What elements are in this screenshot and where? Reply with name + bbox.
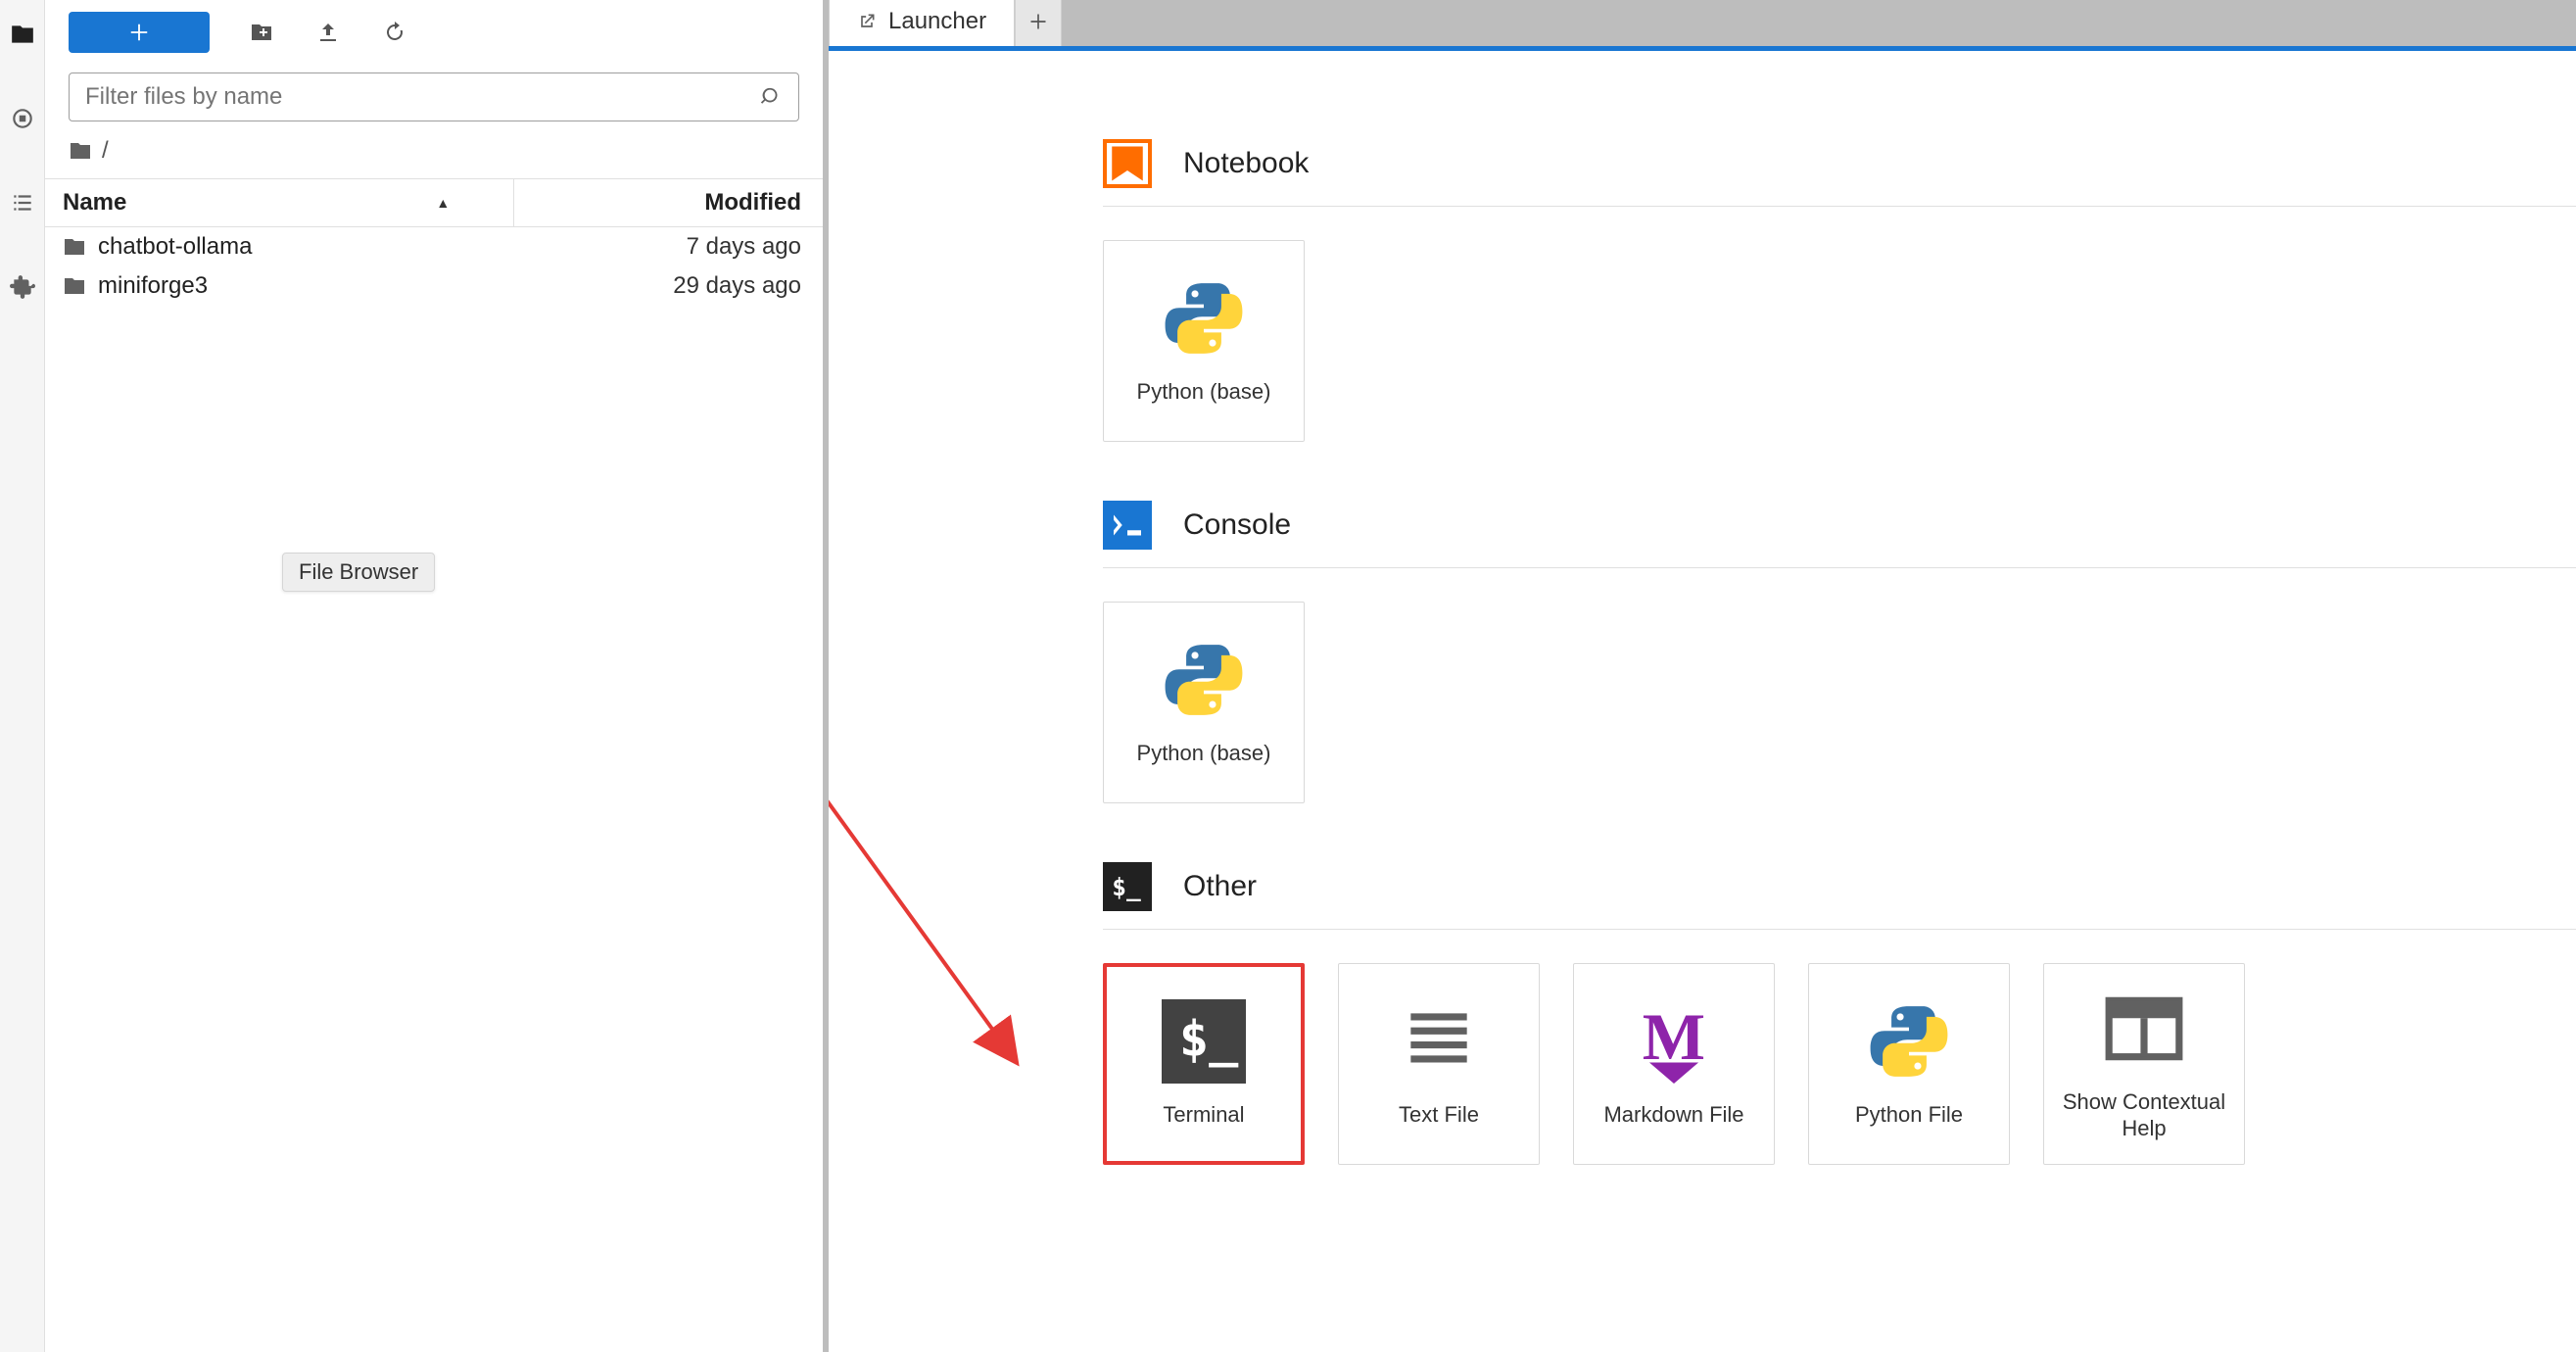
- textfile-icon: [1397, 999, 1481, 1084]
- upload-icon: [316, 21, 340, 44]
- terminal-icon: [1162, 999, 1246, 1084]
- plus-icon: [128, 22, 150, 43]
- card-label: Python (base): [1127, 378, 1281, 406]
- folder-plus-icon: [250, 21, 273, 44]
- python-icon: [1162, 276, 1246, 361]
- launcher-card[interactable]: Terminal: [1103, 963, 1305, 1165]
- card-label: Terminal: [1153, 1101, 1254, 1129]
- tab-add-button[interactable]: [1015, 0, 1062, 46]
- col-name-header[interactable]: Name ▲: [45, 179, 513, 226]
- launcher-card[interactable]: Markdown File: [1573, 963, 1775, 1165]
- section-title: Console: [1183, 508, 1291, 542]
- folder-icon: [63, 274, 86, 298]
- card-label: Python File: [1845, 1101, 1973, 1129]
- search-icon: [761, 86, 783, 108]
- launcher-card[interactable]: Text File: [1338, 963, 1540, 1165]
- file-row[interactable]: chatbot-ollama 7 days ago: [45, 227, 823, 266]
- launcher-card[interactable]: Python File: [1808, 963, 2010, 1165]
- filter-input[interactable]: [85, 83, 761, 111]
- file-browser-toolbar: [45, 0, 823, 65]
- file-name: miniforge3: [98, 272, 208, 300]
- breadcrumb-path: /: [102, 137, 109, 165]
- activity-file-browser[interactable]: [8, 20, 37, 49]
- file-name: chatbot-ollama: [98, 233, 252, 261]
- section-icon: [1103, 501, 1152, 550]
- card-label: Markdown File: [1594, 1101, 1753, 1129]
- launcher-section: Console Python (base): [1103, 501, 2576, 803]
- python-icon: [1867, 999, 1951, 1084]
- launcher-section: Notebook Python (base): [1103, 139, 2576, 442]
- file-browser-panel: / Name ▲ Modified chatbot-ollama 7 days a…: [45, 0, 829, 1352]
- folder-icon: [63, 235, 86, 259]
- card-row: Python (base): [1103, 602, 2576, 803]
- launcher-section: Other Terminal Text File Markdown File Pytho…: [1103, 862, 2576, 1165]
- new-folder-button[interactable]: [247, 18, 276, 47]
- card-row: Python (base): [1103, 240, 2576, 442]
- file-row[interactable]: miniforge3 29 days ago: [45, 266, 823, 306]
- markdown-icon: [1632, 999, 1716, 1084]
- section-header: Console: [1103, 501, 2576, 568]
- file-modified: 29 days ago: [496, 272, 805, 300]
- launch-icon: [857, 12, 877, 31]
- new-launcher-button[interactable]: [69, 12, 210, 53]
- refresh-icon: [383, 21, 406, 44]
- file-list: chatbot-ollama 7 days ago miniforge3 29 day…: [45, 227, 823, 1352]
- launcher-body: Notebook Python (base) Console Python (base…: [829, 51, 2576, 1352]
- upload-button[interactable]: [313, 18, 343, 47]
- tab-launcher[interactable]: Launcher: [829, 0, 1015, 46]
- activity-toc[interactable]: [8, 188, 37, 217]
- section-title: Other: [1183, 870, 1257, 903]
- refresh-button[interactable]: [380, 18, 409, 47]
- section-icon: [1103, 862, 1152, 911]
- col-modified-header[interactable]: Modified: [513, 179, 823, 226]
- activity-bar: [0, 0, 45, 1352]
- annotation-arrow: [829, 766, 1054, 1119]
- main-area: Launcher Notebook Python (base) Console Pyt…: [829, 0, 2576, 1352]
- card-label: Python (base): [1127, 740, 1281, 767]
- section-header: Notebook: [1103, 139, 2576, 207]
- activity-extensions[interactable]: [8, 272, 37, 302]
- card-label: Show Contextual Help: [2044, 1088, 2244, 1142]
- launcher-card[interactable]: Python (base): [1103, 240, 1305, 442]
- card-row: Terminal Text File Markdown File Python Fil…: [1103, 963, 2576, 1165]
- folder-icon: [69, 139, 92, 163]
- file-modified: 7 days ago: [496, 233, 805, 261]
- help-icon: [2102, 987, 2186, 1071]
- python-icon: [1162, 638, 1246, 722]
- breadcrumb[interactable]: /: [45, 133, 823, 178]
- card-label: Text File: [1389, 1101, 1489, 1129]
- section-icon: [1103, 139, 1152, 188]
- section-header: Other: [1103, 862, 2576, 930]
- activity-running[interactable]: [8, 104, 37, 133]
- section-title: Notebook: [1183, 147, 1309, 180]
- sort-asc-icon: ▲: [436, 195, 450, 211]
- filter-input-wrap: [69, 72, 799, 121]
- launcher-card[interactable]: Python (base): [1103, 602, 1305, 803]
- launcher-card[interactable]: Show Contextual Help: [2043, 963, 2245, 1165]
- plus-icon: [1028, 12, 1048, 31]
- file-browser-tooltip: File Browser: [282, 553, 435, 592]
- tabbar: Launcher: [829, 0, 2576, 51]
- file-list-header: Name ▲ Modified: [45, 178, 823, 227]
